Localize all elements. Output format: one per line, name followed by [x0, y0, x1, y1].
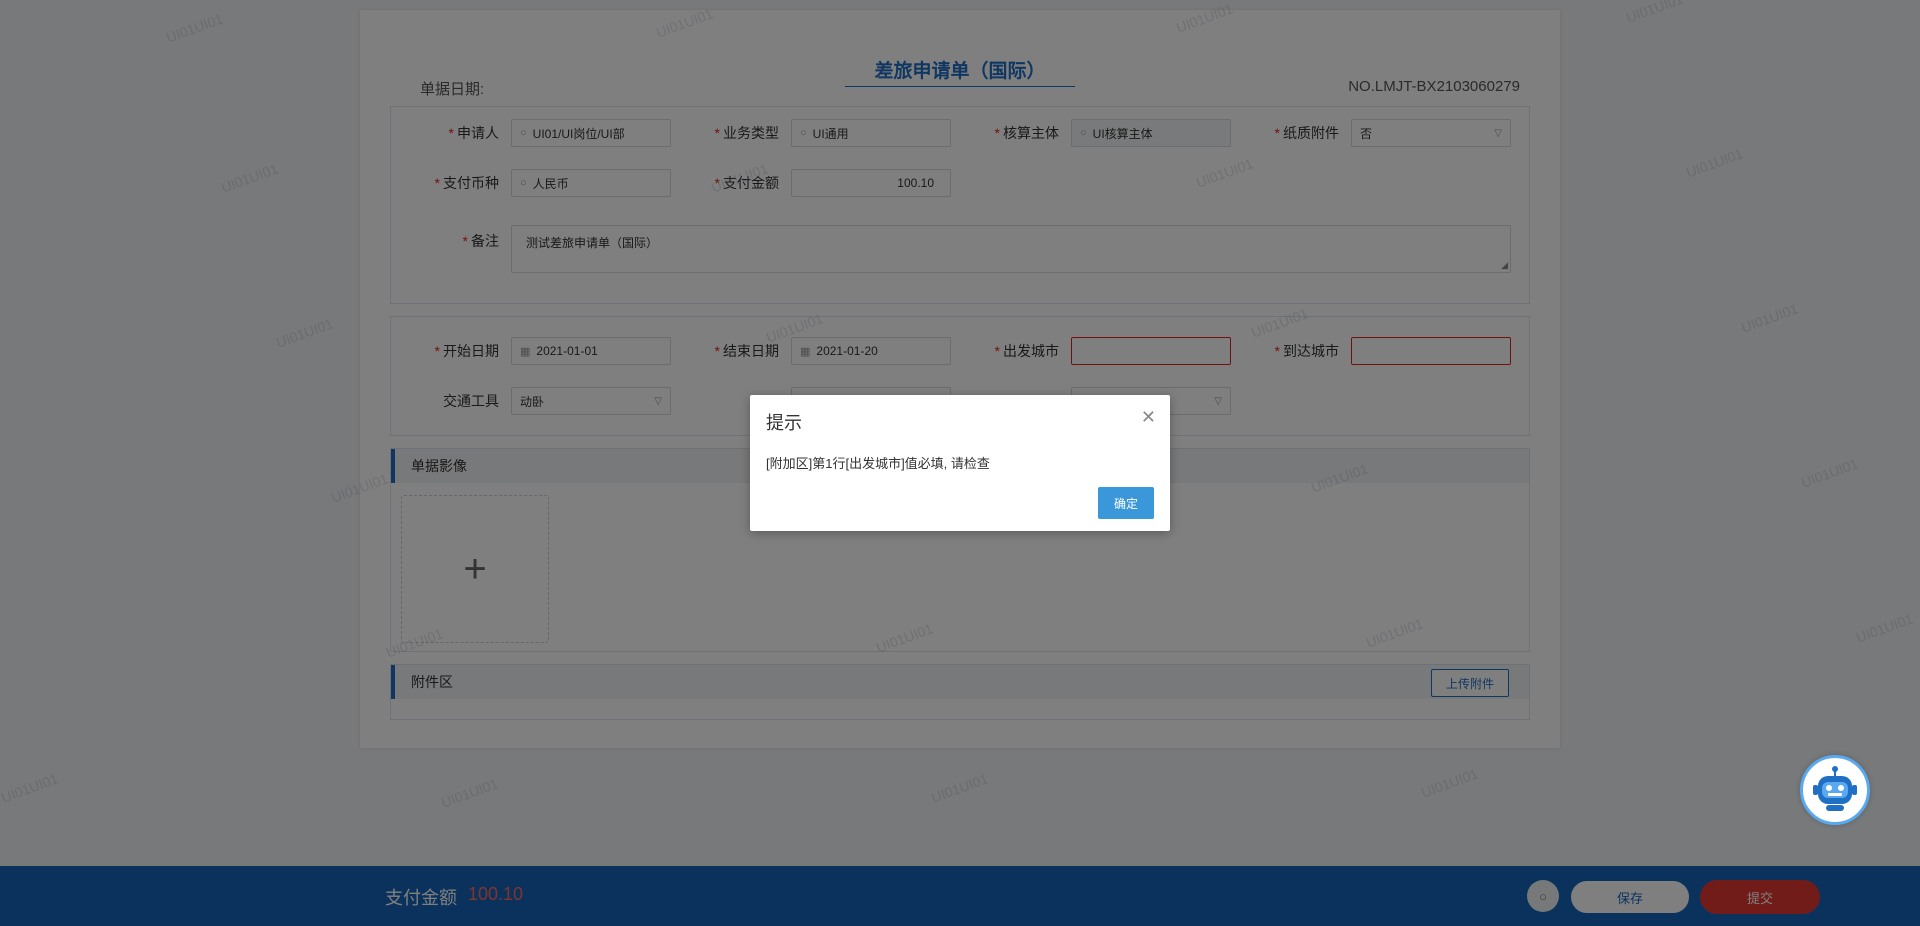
alert-dialog: 提示 ✕ [附加区]第1行[出发城市]值必填, 请检查 确定: [750, 395, 1170, 531]
dialog-message: [附加区]第1行[出发城市]值必填, 请检查: [766, 456, 990, 471]
close-icon[interactable]: ✕: [1141, 407, 1156, 428]
dialog-title: 提示: [766, 413, 802, 433]
robot-assistant-icon[interactable]: [1800, 755, 1870, 825]
ok-button[interactable]: 确定: [1098, 487, 1154, 519]
